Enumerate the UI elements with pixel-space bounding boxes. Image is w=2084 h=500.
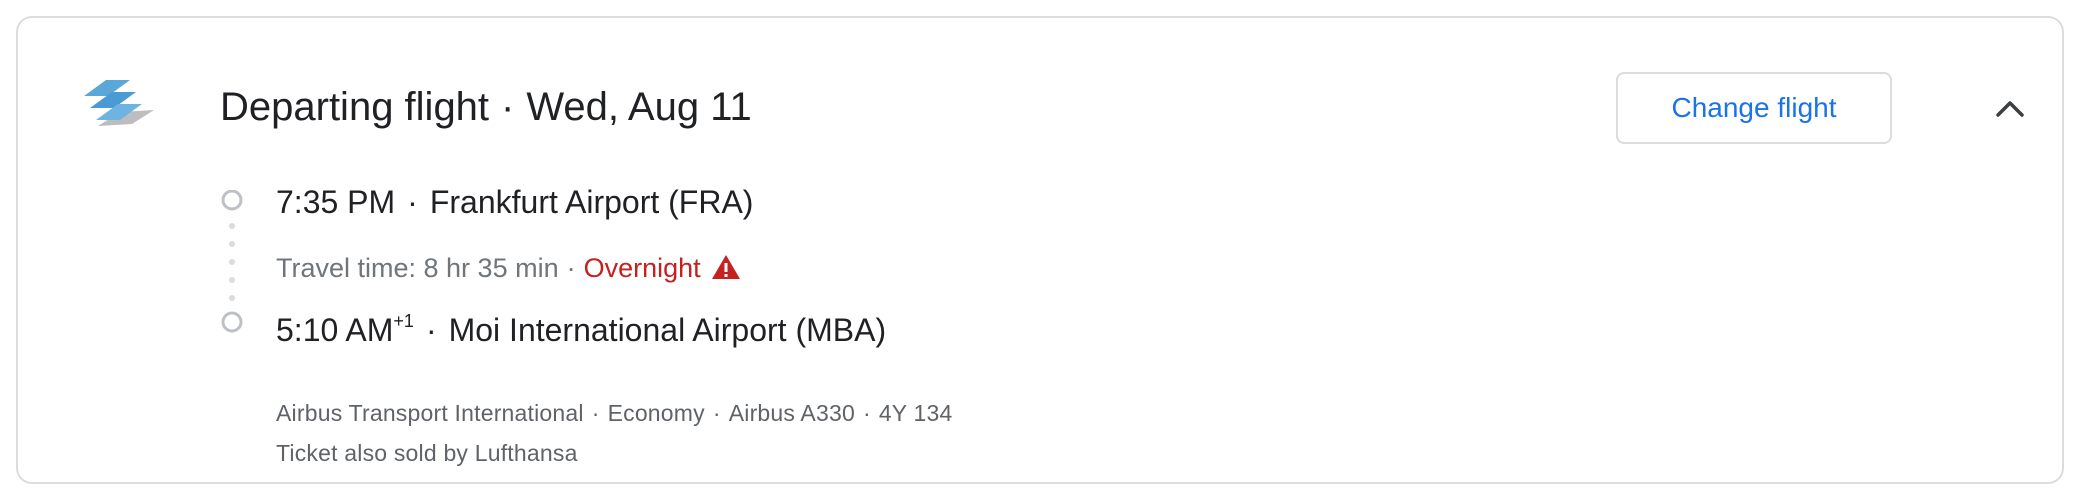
arrival-airport: Moi International Airport (MBA): [448, 312, 887, 348]
change-flight-button[interactable]: Change flight: [1616, 72, 1892, 144]
page-title: Departing flight · Wed, Aug 11: [220, 82, 752, 132]
details-separator: ·: [712, 400, 721, 426]
travel-time: Travel time: 8 hr 35 min: [276, 253, 559, 283]
cabin-class: Economy: [607, 400, 705, 426]
departure-date: Wed, Aug 11: [526, 85, 752, 129]
arrival-time: 5:10 AM: [276, 312, 394, 348]
ticket-sold-by: Ticket also sold by Lufthansa: [276, 440, 578, 466]
departure-row: 7:35 PM · Frankfurt Airport (FRA): [276, 182, 753, 222]
itinerary-timeline: [221, 190, 243, 333]
arrival-row: 5:10 AM+1 · Moi International Airport (MBA…: [276, 310, 886, 350]
departure-airport: Frankfurt Airport (FRA): [429, 184, 754, 220]
arrival-day-offset: +1: [393, 311, 414, 331]
arrival-separator: ·: [425, 312, 437, 348]
title-text: Departing flight: [220, 85, 490, 129]
airline-logo-icon: [84, 80, 154, 126]
title-separator: ·: [501, 85, 515, 129]
flight-number: 4Y 134: [878, 400, 953, 426]
departure-node: [221, 190, 243, 211]
flight-card: Departing flight · Wed, Aug 11 Change flig…: [16, 16, 2064, 484]
operator: Airbus Transport International: [276, 400, 584, 426]
warning-icon: [711, 255, 740, 279]
flight-details: Airbus Transport International · Economy · A…: [276, 400, 953, 427]
collapse-button[interactable]: [1982, 84, 2038, 132]
aircraft-type: Airbus A330: [728, 400, 855, 426]
details-separator: ·: [591, 400, 600, 426]
travel-time-row: Travel time: 8 hr 35 min · Overnight: [276, 250, 741, 286]
overnight-label: Overnight: [583, 253, 701, 283]
departure-time: 7:35 PM: [276, 184, 396, 220]
travel-separator: ·: [566, 253, 576, 283]
details-separator: ·: [862, 400, 871, 426]
chevron-up-icon: [1996, 101, 2024, 117]
arrival-node: [221, 311, 243, 333]
departure-separator: ·: [407, 184, 418, 220]
